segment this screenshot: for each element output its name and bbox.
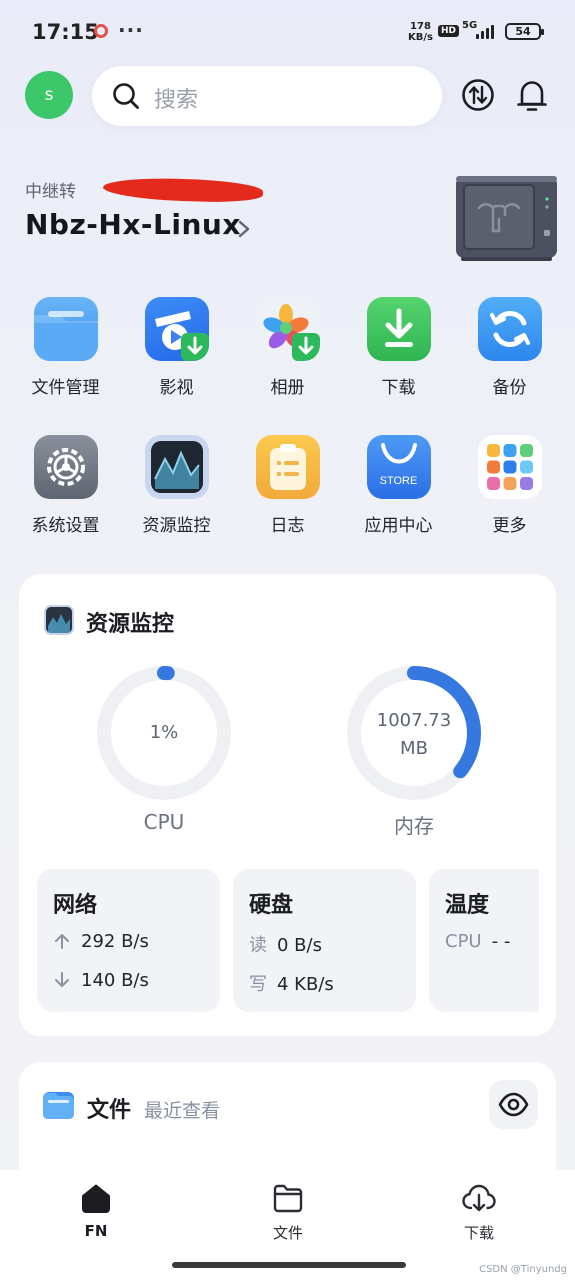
arrow-down-icon xyxy=(55,972,69,987)
avatar[interactable]: s xyxy=(25,71,73,119)
temperature-cpu: CPU - - xyxy=(445,931,510,952)
app-photos[interactable]: 相册 xyxy=(232,297,343,435)
app-label: 备份 xyxy=(492,378,527,398)
store-badge-text: STORE xyxy=(379,475,418,487)
app-file-manager[interactable]: 文件管理 xyxy=(10,297,121,435)
app-log[interactable]: 日志 xyxy=(232,435,343,573)
app-label: 更多 xyxy=(492,516,527,536)
app-grid: 文件管理 影视 相册 下载 备份 系统设置 资源监控 日志 STORE 应用中心… xyxy=(10,297,565,573)
search-input[interactable]: 搜索 xyxy=(92,66,442,126)
transfer-icon[interactable] xyxy=(461,78,495,112)
disk-stat-box[interactable]: 硬盘 读 0 B/s 写 4 KB/s xyxy=(233,869,416,1012)
memory-value: 1007.73 xyxy=(376,710,452,731)
battery-icon: 54 xyxy=(505,23,544,40)
nav-label: FN xyxy=(84,1222,108,1240)
nav-item-fn[interactable]: FN xyxy=(51,1182,141,1240)
folder-icon xyxy=(43,1092,74,1119)
device-name[interactable]: Nbz-Hx-Linux xyxy=(25,208,241,241)
eye-icon xyxy=(498,1092,529,1117)
disk-title: 硬盘 xyxy=(249,893,294,918)
folder-outline-icon xyxy=(273,1184,303,1213)
network-speed-unit: KB/s xyxy=(408,32,433,43)
nav-label: 文件 xyxy=(272,1224,303,1242)
card-title: 文件 xyxy=(87,1098,132,1123)
disk-read: 读 0 B/s xyxy=(249,931,322,957)
status-time: 17:15 xyxy=(32,20,99,44)
nav-label: 下载 xyxy=(463,1224,494,1242)
app-label: 下载 xyxy=(381,378,416,398)
network-stat-box[interactable]: 网络 292 B/s 140 B/s xyxy=(37,869,220,1012)
app-resource-monitor[interactable]: 资源监控 xyxy=(121,435,232,573)
log-icon xyxy=(255,435,320,499)
app-download[interactable]: 下载 xyxy=(343,297,454,435)
toggle-visibility-button[interactable] xyxy=(489,1080,538,1129)
temperature-stat-box[interactable]: 温度 CPU - - xyxy=(429,869,539,1012)
app-label: 应用中心 xyxy=(364,516,433,536)
app-label: 影视 xyxy=(159,378,194,398)
search-icon xyxy=(113,83,139,109)
disk-write-label: 写 xyxy=(249,974,267,995)
home-indicator[interactable] xyxy=(172,1262,406,1268)
more-notifications-icon: ··· xyxy=(118,18,144,42)
memory-label: 内存 xyxy=(394,814,434,838)
app-label: 文件管理 xyxy=(31,378,100,398)
app-store[interactable]: STORE 应用中心 xyxy=(343,435,454,573)
temperature-title: 温度 xyxy=(445,893,490,918)
temperature-cpu-label: CPU xyxy=(445,931,482,952)
download-icon xyxy=(366,297,431,361)
network-upload: 292 B/s xyxy=(53,931,149,952)
app-system-settings[interactable]: 系统设置 xyxy=(10,435,121,573)
chevron-right-icon[interactable] xyxy=(237,219,251,239)
hd-icon: HD xyxy=(438,25,460,37)
search-placeholder: 搜索 xyxy=(154,88,199,113)
folder-icon xyxy=(33,297,98,361)
network-speed-value: 178 xyxy=(410,21,431,32)
disk-read-value: 0 B/s xyxy=(277,935,322,956)
nav-item-files[interactable]: 文件 xyxy=(243,1182,333,1243)
bell-icon[interactable] xyxy=(515,77,549,113)
backup-icon xyxy=(477,297,542,361)
network-title: 网络 xyxy=(53,893,98,918)
app-backup[interactable]: 备份 xyxy=(454,297,565,435)
settings-icon xyxy=(33,435,98,499)
memory-unit: MB xyxy=(400,738,428,759)
app-label: 资源监控 xyxy=(142,516,211,536)
signal-icon xyxy=(474,24,498,39)
disk-read-label: 读 xyxy=(249,935,267,956)
resource-monitor-card[interactable]: 资源监控 1% CPU 1007.73 MB 内存 网络 292 B/s 140… xyxy=(19,574,556,1036)
network-speed: 178 KB/s xyxy=(408,21,433,43)
cpu-value: 1% xyxy=(149,722,179,743)
app-label: 系统设置 xyxy=(31,516,100,536)
temperature-cpu-value: - - xyxy=(491,931,511,952)
arrow-up-icon xyxy=(55,934,69,949)
cloud-download-icon xyxy=(462,1184,496,1212)
redaction-mark xyxy=(102,176,264,204)
store-icon: STORE xyxy=(366,435,431,499)
video-icon xyxy=(144,297,209,361)
monitor-icon xyxy=(144,435,209,499)
device-connection-type: 中继转 xyxy=(25,182,76,202)
notification-app-icon xyxy=(94,24,108,38)
monitor-icon xyxy=(44,605,74,635)
recently-viewed-label: 最近查看 xyxy=(144,1100,221,1122)
app-label: 日志 xyxy=(270,516,305,536)
disk-write-value: 4 KB/s xyxy=(277,974,334,995)
card-title: 资源监控 xyxy=(86,612,175,637)
disk-write: 写 4 KB/s xyxy=(249,970,334,996)
app-video[interactable]: 影视 xyxy=(121,297,232,435)
more-icon xyxy=(477,435,542,499)
home-icon xyxy=(82,1184,110,1213)
network-upload-value: 292 B/s xyxy=(81,931,149,952)
nas-device-image[interactable] xyxy=(455,175,558,261)
app-more[interactable]: 更多 xyxy=(454,435,565,573)
cpu-label: CPU xyxy=(143,810,185,834)
network-download-value: 140 B/s xyxy=(81,970,149,991)
nav-item-download[interactable]: 下载 xyxy=(434,1182,524,1243)
photos-icon xyxy=(255,297,320,361)
network-download: 140 B/s xyxy=(53,970,149,991)
watermark: CSDN @Tinyundg xyxy=(479,1264,567,1275)
app-label: 相册 xyxy=(270,378,305,398)
status-bar: 17:15 ··· 178 KB/s HD 5G 54 xyxy=(0,0,575,60)
